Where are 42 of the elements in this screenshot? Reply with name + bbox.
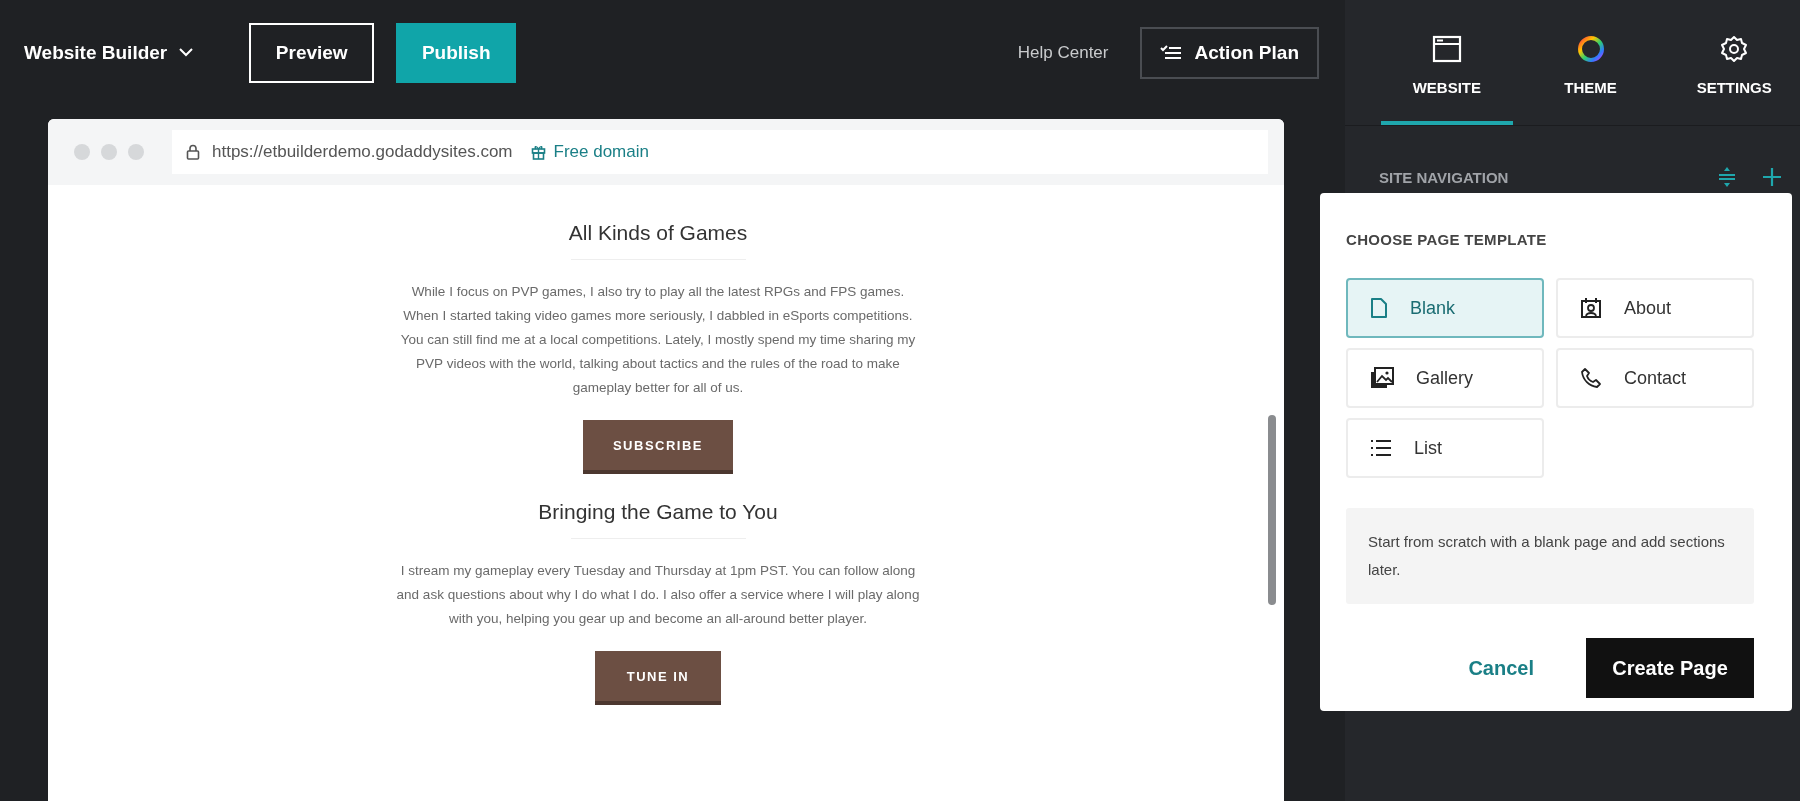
template-option[interactable]: About <box>1556 278 1754 338</box>
template-description: Start from scratch with a blank page and add sections later. <box>1346 508 1754 604</box>
panel-tab[interactable]: THEME <box>1524 0 1657 125</box>
contact-card-icon <box>1580 297 1602 319</box>
preview-button[interactable]: Preview <box>249 22 375 83</box>
scrollbar-thumb[interactable] <box>1268 415 1276 605</box>
template-option[interactable]: Contact <box>1556 348 1754 408</box>
free-domain-link[interactable]: Free domain <box>553 142 649 162</box>
list-icon <box>1370 439 1392 457</box>
panel-tab[interactable]: WEBSITE <box>1381 0 1513 125</box>
add-icon[interactable] <box>1762 167 1782 187</box>
chevron-down-icon <box>179 48 194 57</box>
lock-icon <box>186 144 200 160</box>
reorder-icon[interactable] <box>1718 166 1736 188</box>
checklist-icon <box>1160 44 1183 61</box>
phone-icon <box>1580 367 1602 389</box>
section-heading: Bringing the Game to You <box>538 500 778 524</box>
cta-button[interactable]: SUBSCRIBE <box>582 420 734 474</box>
document-icon <box>1370 297 1388 319</box>
color-wheel-icon <box>1576 35 1605 63</box>
help-center-link[interactable]: Help Center <box>1017 42 1109 63</box>
cta-button[interactable]: TUNE IN <box>594 651 722 705</box>
address-bar[interactable]: https://etbuilderdemo.godaddysites.com Free domain <box>172 130 1268 174</box>
cancel-button[interactable]: Cancel <box>1462 655 1540 681</box>
images-icon <box>1370 367 1394 389</box>
site-navigation-heading: SITE NAVIGATION <box>1379 168 1510 186</box>
section-paragraph: I stream my gameplay every Tuesday and Thursday at 1pm PST. You can follow along and ask questions about why I do what I do. I also offer a service where I will play along with you, helping you gear up and become an all-around better player. <box>395 562 921 628</box>
url-text: https://etbuilderdemo.godaddysites.com <box>212 142 513 162</box>
gift-icon <box>530 144 546 160</box>
panel-tab[interactable]: SETTINGS <box>1668 0 1800 125</box>
action-plan-button[interactable]: Action Plan <box>1140 26 1319 79</box>
settings-icon <box>1720 35 1749 63</box>
browser-window-icon <box>1431 35 1462 63</box>
window-dots-icon <box>74 144 144 160</box>
dialog-title: CHOOSE PAGE TEMPLATE <box>1346 231 1548 248</box>
app-menu[interactable]: Website Builder <box>24 41 194 64</box>
section-paragraph: While I focus on PVP games, I also try to play all the latest RPGs and FPS games. When I started taking video games more seriously, I dabbled in eSports competitions. You can still find me at a local competitions. Lately, I mostly spend my time sharing my PVP videos with the world, talking about tactics and the rules of the road to make gameplay better for all of us. <box>399 283 917 397</box>
section-heading: All Kinds of Games <box>568 221 748 245</box>
template-option[interactable]: List <box>1346 418 1544 478</box>
template-option[interactable]: Blank <box>1346 278 1544 338</box>
template-option[interactable]: Gallery <box>1346 348 1544 408</box>
create-page-button[interactable]: Create Page <box>1586 638 1754 698</box>
